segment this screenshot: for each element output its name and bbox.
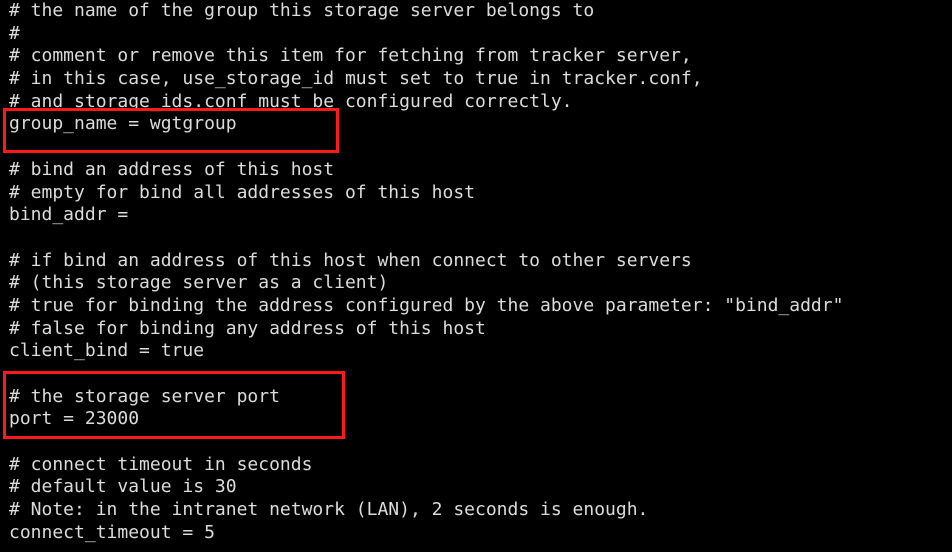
config-line (9, 136, 843, 159)
config-line-port: port = 23000 (9, 408, 140, 430)
config-line: # in this case, use_storage_id must set … (9, 68, 703, 90)
config-line: # true for binding the address configure… (9, 294, 844, 316)
config-line: # the name of the group this storage ser… (9, 0, 595, 21)
config-line: # (this storage server as a client) (9, 272, 389, 294)
config-line: # the storage server port (9, 385, 280, 407)
config-line: # comment or remove this item for fetchi… (9, 45, 692, 67)
config-line-connect-timeout: connect_timeout = 5 (9, 521, 215, 543)
config-line: # bind an address of this host (9, 158, 335, 180)
config-line: # Note: in the intranet network (LAN), 2… (9, 499, 649, 521)
config-line (9, 227, 843, 250)
config-line (9, 363, 843, 386)
config-line: # (9, 22, 20, 44)
config-line: # and storage_ids.conf must be configure… (9, 90, 573, 112)
terminal-window[interactable]: # the name of the group this storage ser… (0, 0, 952, 552)
config-line: # connect timeout in seconds (9, 453, 313, 475)
config-line-group-name: group_name = wgtgroup (9, 113, 237, 135)
config-file-content: # the name of the group this storage ser… (9, 0, 843, 545)
config-line (9, 431, 843, 454)
config-line-bind-addr: bind_addr = (9, 204, 129, 226)
config-line: # default value is 30 (9, 476, 237, 498)
config-line: # empty for bind all addresses of this h… (9, 181, 475, 203)
config-line: # false for binding any address of this … (9, 317, 486, 339)
config-line: # if bind an address of this host when c… (9, 249, 692, 271)
config-line-client-bind: client_bind = true (9, 340, 205, 362)
